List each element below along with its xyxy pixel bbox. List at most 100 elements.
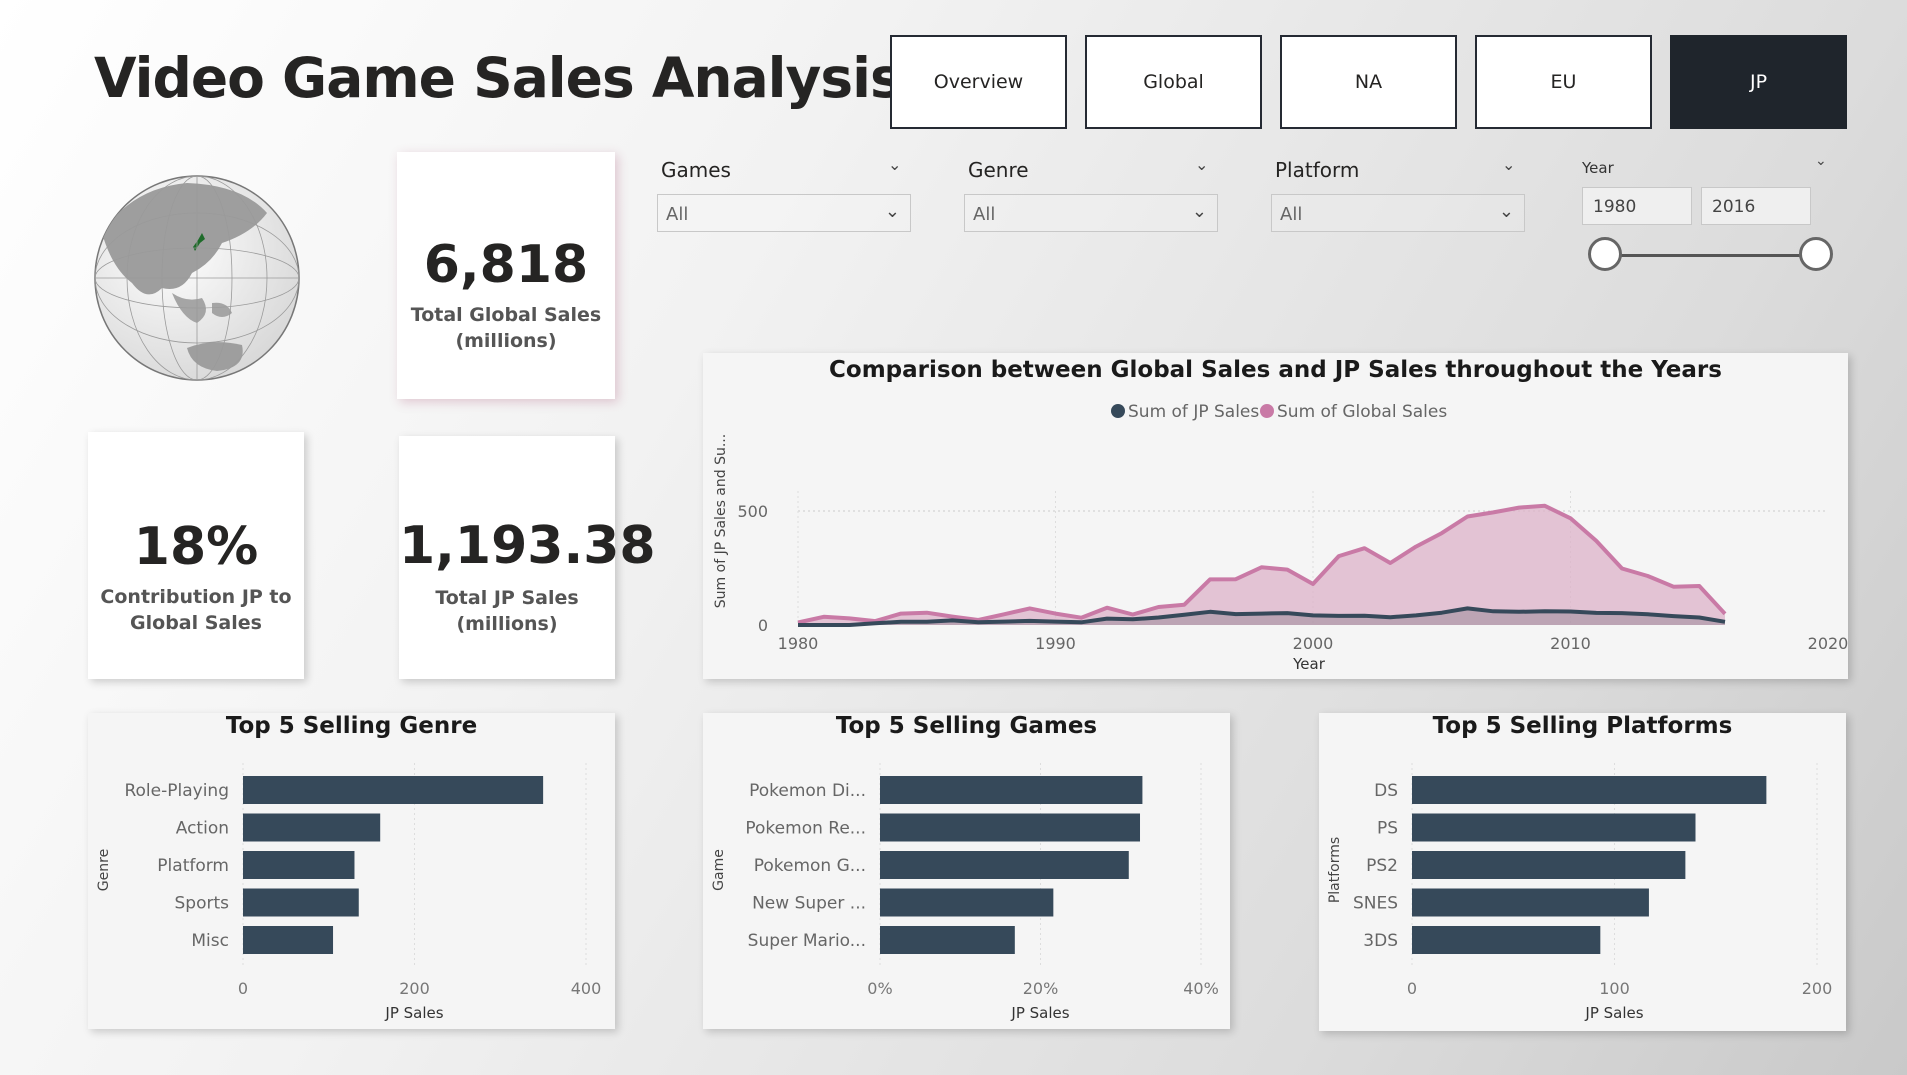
bar-3 — [880, 888, 1054, 917]
platform-slicer-chevron-icon[interactable]: ⌄ — [1502, 155, 1515, 174]
bar-x-tick-label: 20% — [1023, 979, 1059, 998]
year-slider-end-handle[interactable] — [1799, 237, 1833, 271]
year-slider-track[interactable] — [1604, 254, 1816, 257]
bar-0 — [1412, 776, 1767, 804]
bar-category-label: PS — [1377, 819, 1398, 839]
genre-slicer-dropdown[interactable]: All ⌄ — [964, 194, 1218, 232]
bar-category-label: New Super ... — [752, 894, 866, 914]
kpi-jp-sales-value: 1,193.38 — [399, 516, 656, 576]
bar-1 — [880, 813, 1141, 842]
area-x-tick-label: 2010 — [1550, 634, 1591, 653]
bar-category-label: Action — [176, 819, 229, 839]
bar-category-label: Role-Playing — [124, 781, 229, 801]
area-chart-xlabel: Year — [1292, 655, 1326, 673]
kpi-global-sales-card: 6,818 Total Global Sales (millions) — [397, 152, 615, 399]
legend-jp-marker — [1111, 404, 1125, 418]
legend-global-label: Sum of Global Sales — [1277, 402, 1447, 422]
bar-x-tick-label: 200 — [399, 979, 430, 998]
platform-slicer-dropdown[interactable]: All ⌄ — [1271, 194, 1525, 232]
bar-1 — [243, 813, 381, 842]
area-y-tick-label: 500 — [737, 502, 768, 521]
bar-0 — [243, 776, 544, 804]
bar-x-tick-label: 100 — [1599, 979, 1630, 998]
bar-category-label: Pokemon Di... — [749, 781, 866, 801]
bar-0 — [880, 776, 1143, 804]
legend-jp-label: Sum of JP Sales — [1128, 402, 1259, 422]
globe-japan-image — [92, 173, 302, 387]
area-x-tick-label: 1990 — [1035, 634, 1076, 653]
bar-1 — [1412, 813, 1696, 842]
bar-category-label: Platform — [157, 856, 229, 876]
genre-chart-svg: 0 200 400 JP Sales Genre Role-Playing Action Pl… — [96, 763, 602, 1022]
legend-global-marker — [1260, 404, 1274, 418]
bar-x-tick-label: 0% — [867, 979, 892, 998]
year-to-input[interactable]: 2016 — [1701, 187, 1811, 225]
bar-chart-ylabel: Platforms — [1327, 837, 1343, 903]
bar-category-label: Sports — [175, 894, 230, 914]
games-slicer-value: All — [666, 204, 689, 225]
games-chart-svg: 0% 20% 40% JP Sales Game Pokemon Di... Pokemon… — [711, 763, 1219, 1022]
kpi-jp-sales-card: 1,193.38 Total JP Sales (millions) — [399, 436, 656, 679]
platform-slicer-label: Platform — [1275, 158, 1360, 182]
kpi-global-sales-value: 6,818 — [423, 235, 589, 295]
kpi-jp-sales-label-1: Total JP Sales — [435, 587, 579, 609]
bar-chart-ylabel: Game — [711, 849, 727, 891]
bar-3 — [243, 888, 359, 917]
bar-2 — [1412, 851, 1686, 879]
platforms-chart-card: Top 5 Selling Platforms 0 100 200 JP Sales P… — [1319, 713, 1846, 1031]
bar-x-tick-label: 40% — [1183, 979, 1219, 998]
genre-slicer-value: All — [973, 204, 996, 225]
bar-x-tick-label: 0 — [1407, 979, 1417, 998]
area-x-tick-label: 1980 — [778, 634, 819, 653]
kpi-global-sales-label-2: (millions) — [455, 330, 557, 352]
nav-jp-button[interactable]: JP — [1670, 35, 1847, 129]
kpi-global-sales-label-1: Total Global Sales — [410, 304, 602, 326]
area-x-tick-label: 2000 — [1293, 634, 1334, 653]
nav-na-button[interactable]: NA — [1280, 35, 1457, 129]
area-chart-card: Comparison between Global Sales and JP S… — [703, 353, 1848, 679]
games-slicer-label: Games — [661, 158, 731, 182]
year-from-input[interactable]: 1980 — [1582, 187, 1692, 225]
bar-4 — [880, 926, 1015, 954]
kpi-contribution-value: 18% — [133, 517, 259, 577]
bar-category-label: PS2 — [1366, 856, 1398, 876]
nav-global-button[interactable]: Global — [1085, 35, 1262, 129]
bar-x-tick-label: 200 — [1802, 979, 1833, 998]
genre-slicer-label: Genre — [968, 158, 1029, 182]
bar-x-tick-label: 0 — [238, 979, 248, 998]
games-slicer-dropdown[interactable]: All ⌄ — [657, 194, 911, 232]
kpi-contribution-label-1: Contribution JP to — [100, 586, 292, 608]
bar-chart-ylabel: Genre — [96, 849, 112, 891]
genre-chart-card: Top 5 Selling Genre 0 200 400 JP Sales Genre… — [88, 713, 615, 1029]
bar-chart-xlabel: JP Sales — [1584, 1004, 1643, 1022]
bar-category-label: SNES — [1353, 894, 1398, 914]
bar-x-tick-label: 400 — [571, 979, 602, 998]
year-slicer-label: Year — [1582, 159, 1614, 177]
page-title: Video Game Sales Analysis — [94, 46, 903, 110]
kpi-contribution-card: 18% Contribution JP to Global Sales — [88, 432, 304, 679]
chevron-down-icon: ⌄ — [1191, 201, 1207, 222]
nav-overview-button[interactable]: Overview — [890, 35, 1067, 129]
area-x-tick-label: 2020 — [1808, 634, 1848, 653]
area-chart-ylabel: Sum of JP Sales and Su... — [713, 434, 729, 608]
games-slicer-chevron-icon[interactable]: ⌄ — [888, 155, 901, 174]
chevron-down-icon: ⌄ — [884, 201, 900, 222]
year-slicer-chevron-icon[interactable]: ⌄ — [1815, 153, 1827, 169]
kpi-contribution-label-2: Global Sales — [130, 612, 262, 634]
area-chart-svg: Sum of JP Sales Sum of Global Sales Sum … — [713, 402, 1848, 673]
bar-category-label: 3DS — [1363, 931, 1398, 951]
platform-slicer-value: All — [1280, 204, 1303, 225]
nav-eu-button[interactable]: EU — [1475, 35, 1652, 129]
bar-chart-xlabel: JP Sales — [384, 1004, 443, 1022]
genre-slicer-chevron-icon[interactable]: ⌄ — [1195, 155, 1208, 174]
bar-3 — [1412, 888, 1649, 917]
platforms-chart-svg: 0 100 200 JP Sales Platforms DS PS PS2 SNES 3DS — [1327, 763, 1833, 1022]
bar-category-label: DS — [1374, 781, 1398, 801]
bar-2 — [880, 851, 1129, 879]
chevron-down-icon: ⌄ — [1498, 201, 1514, 222]
bar-chart-xlabel: JP Sales — [1010, 1004, 1069, 1022]
bar-category-label: Misc — [191, 931, 229, 951]
bar-2 — [243, 851, 355, 879]
bar-category-label: Super Mario... — [748, 931, 866, 951]
year-slider-start-handle[interactable] — [1588, 237, 1622, 271]
